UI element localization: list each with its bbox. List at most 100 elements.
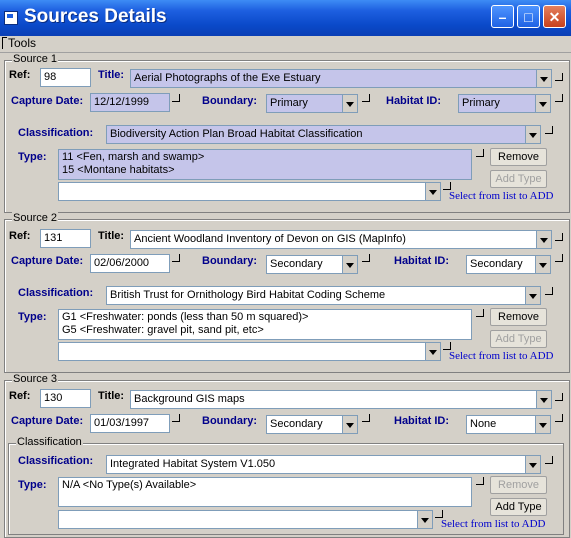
field-marker-icon [362,414,370,422]
classification-select[interactable]: Integrated Habitat System V1.050 [106,455,541,474]
add-hint-text: Select from list to ADD [449,350,554,362]
habitat-id-select[interactable]: Primary [458,94,551,113]
maximize-button[interactable]: □ [517,5,540,28]
minimize-button[interactable]: – [491,5,514,28]
chevron-down-icon[interactable] [342,416,357,433]
capture-date-field[interactable]: 01/03/1997 [90,414,170,433]
add-type-button[interactable]: Add Type [490,170,547,188]
habitat-id-value: None [470,418,497,430]
habitat-id-value: Primary [462,97,500,109]
ref-field[interactable]: 98 [40,68,91,87]
field-marker-icon [545,126,553,134]
window-title: Sources Details [24,6,167,27]
habitat-id-label: Habitat ID: [386,95,441,107]
classification-select[interactable]: British Trust for Ornithology Bird Habit… [106,286,541,305]
field-marker-icon [435,510,443,518]
add-hint-text: Select from list to ADD [449,190,554,202]
classification-value: Integrated Habitat System V1.050 [110,458,276,470]
ref-field[interactable]: 131 [40,229,91,248]
source-2-heading: Source 2 [12,212,59,224]
add-type-button[interactable]: Add Type [490,330,547,348]
chevron-down-icon[interactable] [525,456,540,473]
field-marker-icon [555,73,563,81]
habitat-id-value: Secondary [470,258,523,270]
field-marker-icon [555,414,563,422]
capture-date-label: Capture Date: [11,255,84,267]
type-list-item[interactable]: G5 <Freshwater: gravel pit, sand pit, et… [62,324,468,337]
classification-select[interactable]: Biodiversity Action Plan Broad Habitat C… [106,125,541,144]
remove-button[interactable]: Remove [490,476,547,494]
boundary-value: Secondary [270,418,323,430]
type-list-item[interactable]: 15 <Montane habitats> [62,164,468,177]
add-type-select[interactable] [58,342,441,361]
field-marker-icon [443,182,451,190]
boundary-select[interactable]: Primary [266,94,358,113]
remove-button[interactable]: Remove [490,308,547,326]
chevron-down-icon[interactable] [525,287,540,304]
title-select[interactable]: Background GIS maps [130,390,552,409]
field-marker-icon [555,254,563,262]
type-list[interactable]: G1 <Freshwater: ponds (less than 50 m sq… [58,309,472,340]
field-marker-icon [172,94,180,102]
type-list-item[interactable]: 11 <Fen, marsh and swamp> [62,151,468,164]
close-button[interactable]: ✕ [543,5,566,28]
type-list[interactable]: 11 <Fen, marsh and swamp> 15 <Montane ha… [58,149,472,180]
chevron-down-icon[interactable] [425,343,440,360]
boundary-label: Boundary: [202,415,257,427]
classification-label: Classification: [18,455,94,467]
chevron-down-icon[interactable] [535,256,550,273]
add-type-select[interactable] [58,510,433,529]
ref-field[interactable]: 130 [40,389,91,408]
menu-tools-label: Tools [8,36,37,50]
habitat-id-label: Habitat ID: [394,415,449,427]
type-list[interactable]: N/A <No Type(s) Available> [58,477,472,507]
field-marker-icon [443,342,451,350]
type-list-item[interactable]: G1 <Freshwater: ponds (less than 50 m sq… [62,311,468,324]
boundary-value: Secondary [270,258,323,270]
source-1-heading: Source 1 [12,53,59,65]
chevron-down-icon[interactable] [536,70,551,87]
chevron-down-icon[interactable] [535,416,550,433]
add-type-button[interactable]: Add Type [490,498,547,516]
field-marker-icon [545,456,553,464]
habitat-id-select[interactable]: None [466,415,551,434]
title-label: Title: [98,230,125,242]
chevron-down-icon[interactable] [342,256,357,273]
habitat-id-select[interactable]: Secondary [466,255,551,274]
chevron-down-icon[interactable] [425,183,440,200]
type-list-item[interactable]: N/A <No Type(s) Available> [62,479,468,492]
habitat-id-label: Habitat ID: [394,255,449,267]
title-value: Background GIS maps [134,393,245,405]
boundary-select[interactable]: Secondary [266,415,358,434]
boundary-select[interactable]: Secondary [266,255,358,274]
chevron-down-icon[interactable] [536,391,551,408]
title-value: Aerial Photographs of the Exe Estuary [134,72,321,84]
ref-label: Ref: [9,390,31,402]
add-type-select[interactable] [58,182,441,201]
field-marker-icon [476,149,484,157]
chevron-down-icon[interactable] [342,95,357,112]
add-hint-text: Select from list to ADD [441,518,546,530]
capture-date-field[interactable]: 12/12/1999 [90,93,170,112]
ref-label: Ref: [9,69,31,81]
boundary-value: Primary [270,97,308,109]
title-select[interactable]: Aerial Photographs of the Exe Estuary [130,69,552,88]
title-value: Ancient Woodland Inventory of Devon on G… [134,233,406,245]
chevron-down-icon[interactable] [525,126,540,143]
title-label: Title: [98,390,125,402]
capture-date-field[interactable]: 02/06/2000 [90,254,170,273]
type-label: Type: [18,479,47,491]
title-bar[interactable]: Sources Details – □ ✕ [0,0,571,36]
classification-label: Classification: [18,127,94,139]
menu-marker-icon [2,37,7,49]
source-3-heading: Source 3 [12,373,59,385]
chevron-down-icon[interactable] [536,231,551,248]
field-marker-icon [476,309,484,317]
title-select[interactable]: Ancient Woodland Inventory of Devon on G… [130,230,552,249]
remove-button[interactable]: Remove [490,148,547,166]
field-marker-icon [545,287,553,295]
app-icon [4,11,18,25]
field-marker-icon [172,254,180,262]
chevron-down-icon[interactable] [417,511,432,528]
chevron-down-icon[interactable] [535,95,550,112]
